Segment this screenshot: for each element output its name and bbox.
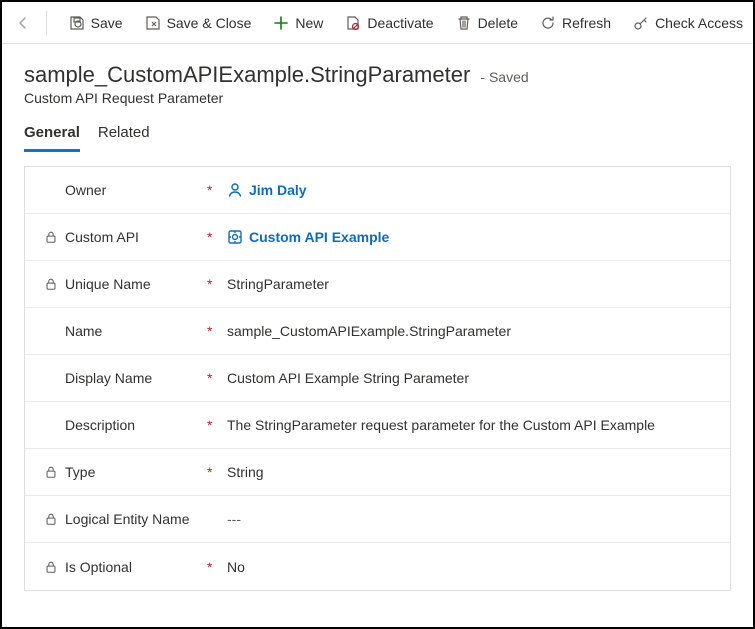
- save-button[interactable]: Save: [59, 7, 133, 39]
- field-label: Custom API: [65, 229, 139, 245]
- type-value[interactable]: String: [227, 464, 712, 480]
- key-icon: [633, 15, 649, 31]
- refresh-label: Refresh: [562, 15, 611, 31]
- is-optional-value[interactable]: No: [227, 559, 712, 575]
- required-marker: *: [207, 464, 227, 480]
- refresh-icon: [540, 15, 556, 31]
- required-marker: *: [207, 370, 227, 386]
- check-access-label: Check Access: [655, 15, 743, 31]
- field-name: Name * sample_CustomAPIExample.StringPar…: [25, 308, 730, 355]
- form-panel: Owner * Jim Daly Custom API *: [24, 166, 731, 591]
- arrow-left-icon: [15, 15, 31, 31]
- field-label: Description: [65, 417, 135, 433]
- save-close-label: Save & Close: [167, 15, 252, 31]
- save-and-close-button[interactable]: Save & Close: [135, 7, 262, 39]
- deactivate-button[interactable]: Deactivate: [335, 7, 443, 39]
- back-button[interactable]: [10, 7, 36, 39]
- delete-button[interactable]: Delete: [446, 7, 528, 39]
- save-close-icon: [145, 15, 161, 31]
- field-display-name: Display Name * Custom API Example String…: [25, 355, 730, 402]
- new-label: New: [295, 15, 323, 31]
- field-label: Unique Name: [65, 276, 151, 292]
- field-type: Type * String: [25, 449, 730, 496]
- divider: [46, 11, 47, 35]
- logical-entity-name-value[interactable]: ---: [227, 511, 712, 527]
- deactivate-label: Deactivate: [367, 15, 433, 31]
- delete-label: Delete: [478, 15, 518, 31]
- field-label: Owner: [65, 182, 106, 198]
- field-is-optional: Is Optional * No: [25, 543, 730, 590]
- page-title: sample_CustomAPIExample.StringParameter …: [24, 62, 731, 88]
- unique-name-value[interactable]: StringParameter: [227, 276, 712, 292]
- entity-name: Custom API Request Parameter: [24, 90, 731, 106]
- page-header: sample_CustomAPIExample.StringParameter …: [2, 44, 753, 110]
- tab-related[interactable]: Related: [98, 124, 150, 152]
- field-owner: Owner * Jim Daly: [25, 167, 730, 214]
- field-label: Is Optional: [65, 559, 132, 575]
- description-value[interactable]: The StringParameter request parameter fo…: [227, 417, 712, 433]
- lock-icon: [43, 511, 59, 527]
- new-button[interactable]: New: [263, 7, 333, 39]
- api-icon: [227, 229, 243, 245]
- lock-icon: [43, 464, 59, 480]
- owner-value: Jim Daly: [249, 182, 307, 198]
- custom-api-link[interactable]: Custom API Example: [227, 229, 712, 245]
- lock-icon: [43, 229, 59, 245]
- check-access-button[interactable]: Check Access: [623, 7, 753, 39]
- person-icon: [227, 182, 243, 198]
- tabstrip: General Related: [2, 110, 753, 152]
- save-status: - Saved: [480, 69, 528, 85]
- field-description: Description * The StringParameter reques…: [25, 402, 730, 449]
- field-logical-entity-name: Logical Entity Name ---: [25, 496, 730, 543]
- command-bar: Save Save & Close New Deactivate Delete …: [2, 2, 753, 44]
- field-custom-api: Custom API * Custom API Example: [25, 214, 730, 261]
- owner-link[interactable]: Jim Daly: [227, 182, 712, 198]
- required-marker: *: [207, 323, 227, 339]
- lock-icon: [43, 559, 59, 575]
- deactivate-icon: [345, 15, 361, 31]
- field-label: Name: [65, 323, 102, 339]
- field-unique-name: Unique Name * StringParameter: [25, 261, 730, 308]
- lock-icon: [43, 276, 59, 292]
- save-icon: [69, 15, 85, 31]
- tab-general[interactable]: General: [24, 124, 80, 152]
- refresh-button[interactable]: Refresh: [530, 7, 621, 39]
- custom-api-value: Custom API Example: [249, 229, 389, 245]
- required-marker: *: [207, 417, 227, 433]
- required-marker: *: [207, 229, 227, 245]
- required-marker: *: [207, 276, 227, 292]
- required-marker: *: [207, 559, 227, 575]
- record-title: sample_CustomAPIExample.StringParameter: [24, 62, 470, 87]
- field-label: Display Name: [65, 370, 152, 386]
- plus-icon: [273, 15, 289, 31]
- display-name-value[interactable]: Custom API Example String Parameter: [227, 370, 712, 386]
- name-value[interactable]: sample_CustomAPIExample.StringParameter: [227, 323, 712, 339]
- required-marker: *: [207, 182, 227, 198]
- field-label: Type: [65, 464, 95, 480]
- trash-icon: [456, 15, 472, 31]
- field-label: Logical Entity Name: [65, 511, 190, 527]
- save-label: Save: [91, 15, 123, 31]
